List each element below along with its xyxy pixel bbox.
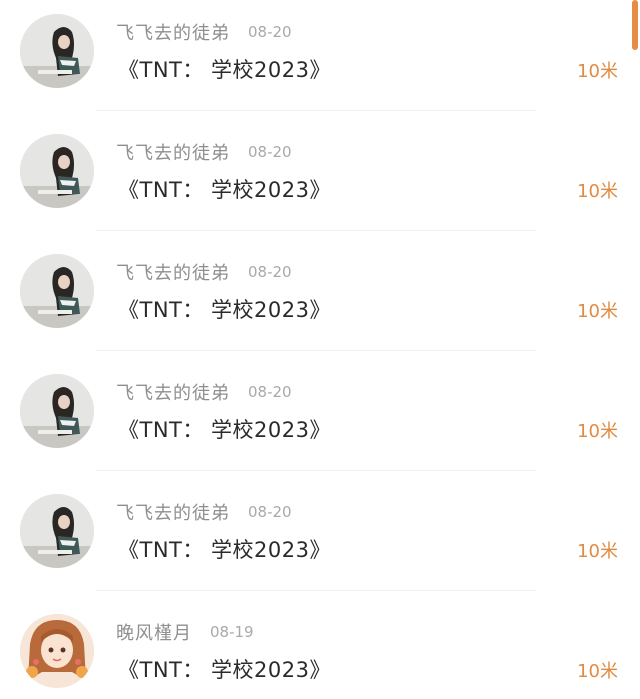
username[interactable]: 飞飞去的徒弟 <box>116 139 230 165</box>
comment-item[interactable]: 飞飞去的徒弟 08-20 《TNT： 学校2023》 10米 <box>0 360 640 480</box>
comment-text: 《TNT： 学校2023》 <box>118 58 331 82</box>
comment-list: 飞飞去的徒弟 08-20 《TNT： 学校2023》 10米 飞飞去的徒弟 08… <box>0 0 640 699</box>
girl-writing-avatar-icon[interactable] <box>20 254 94 328</box>
divider <box>96 470 536 471</box>
divider <box>96 350 536 351</box>
gift-amount: 10米 <box>577 661 618 682</box>
girl-writing-avatar-icon[interactable] <box>20 14 94 88</box>
gift-amount: 10米 <box>577 541 618 562</box>
gift-amount: 10米 <box>577 61 618 82</box>
username[interactable]: 飞飞去的徒弟 <box>116 259 230 285</box>
username[interactable]: 飞飞去的徒弟 <box>116 19 230 45</box>
divider <box>96 230 536 231</box>
comment-item[interactable]: 飞飞去的徒弟 08-20 《TNT： 学校2023》 10米 <box>0 120 640 240</box>
gift-amount: 10米 <box>577 181 618 202</box>
comment-date: 08-19 <box>210 623 254 641</box>
comment-item[interactable]: 飞飞去的徒弟 08-20 《TNT： 学校2023》 10米 <box>0 240 640 360</box>
username[interactable]: 晚风槿月 <box>116 619 192 645</box>
comment-meta: 飞飞去的徒弟 08-20 <box>116 260 292 284</box>
girl-writing-avatar-icon[interactable] <box>20 134 94 208</box>
comment-date: 08-20 <box>248 143 292 161</box>
gift-amount: 10米 <box>577 421 618 442</box>
comment-meta: 飞飞去的徒弟 08-20 <box>116 20 292 44</box>
comment-text: 《TNT： 学校2023》 <box>118 658 331 682</box>
comment-date: 08-20 <box>248 23 292 41</box>
comment-meta: 飞飞去的徒弟 08-20 <box>116 380 292 404</box>
comment-meta: 晚风槿月 08-19 <box>116 620 254 644</box>
girl-writing-avatar-icon[interactable] <box>20 494 94 568</box>
gift-amount: 10米 <box>577 301 618 322</box>
comment-text: 《TNT： 学校2023》 <box>118 298 331 322</box>
divider <box>96 590 536 591</box>
comment-meta: 飞飞去的徒弟 08-20 <box>116 500 292 524</box>
divider <box>96 110 536 111</box>
comment-meta: 飞飞去的徒弟 08-20 <box>116 140 292 164</box>
comment-item[interactable]: 飞飞去的徒弟 08-20 《TNT： 学校2023》 10米 <box>0 0 640 120</box>
comment-date: 08-20 <box>248 263 292 281</box>
comment-text: 《TNT： 学校2023》 <box>118 418 331 442</box>
comment-text: 《TNT： 学校2023》 <box>118 178 331 202</box>
comment-text: 《TNT： 学校2023》 <box>118 538 331 562</box>
comment-date: 08-20 <box>248 503 292 521</box>
username[interactable]: 飞飞去的徒弟 <box>116 379 230 405</box>
cartoon-girl-avatar-icon[interactable] <box>20 614 94 688</box>
comment-item[interactable]: 晚风槿月 08-19 《TNT： 学校2023》 10米 <box>0 600 640 699</box>
username[interactable]: 飞飞去的徒弟 <box>116 499 230 525</box>
comment-date: 08-20 <box>248 383 292 401</box>
comment-item[interactable]: 飞飞去的徒弟 08-20 《TNT： 学校2023》 10米 <box>0 480 640 600</box>
girl-writing-avatar-icon[interactable] <box>20 374 94 448</box>
scrollbar[interactable] <box>632 0 638 50</box>
